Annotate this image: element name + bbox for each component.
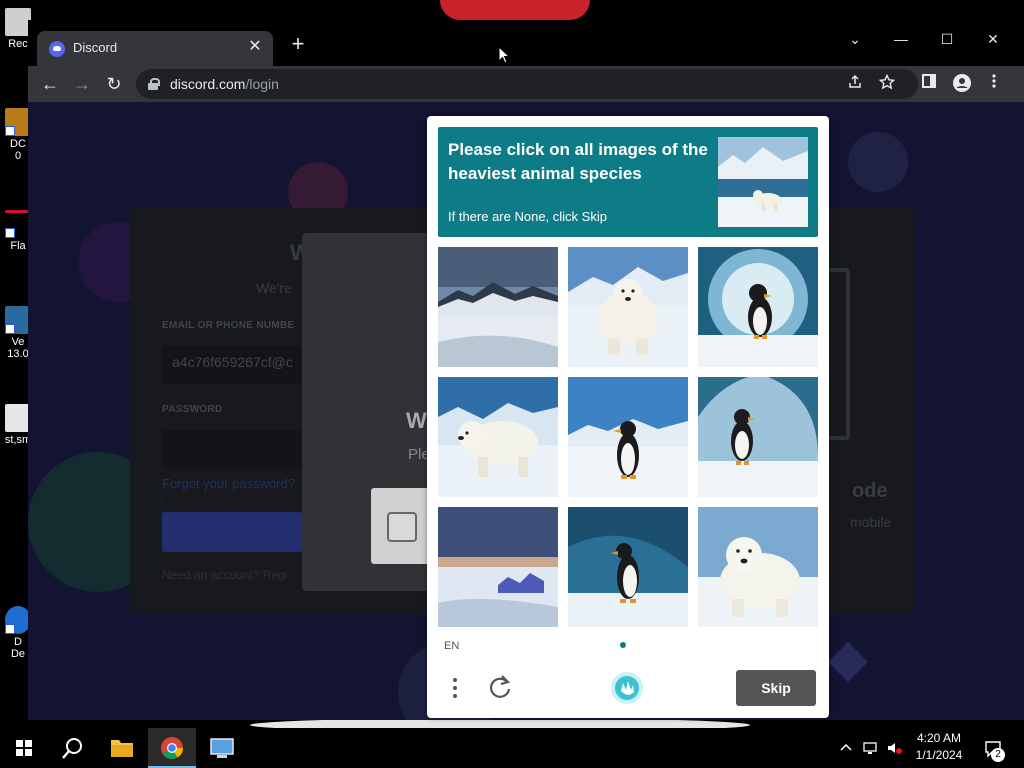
minimize-button[interactable]: — [878,24,924,54]
sidepanel-icon[interactable] [918,73,940,95]
desktop-icon-label: Fla [10,240,26,252]
share-icon[interactable] [844,74,866,96]
tile-image [698,377,818,497]
page-indicator-dot [620,642,626,648]
challenge-tile-3[interactable] [698,247,818,367]
star-icon[interactable] [876,73,898,96]
new-tab-button[interactable]: + [287,33,309,55]
url-text[interactable]: discord.com/login [170,76,279,92]
taskbar: 4:20 AM 1/1/2024 2 [0,728,1024,768]
desktop-icon-label: Rec [8,38,28,50]
shortcut-arrow-icon [5,324,15,334]
hcaptcha-logo-icon[interactable] [610,671,644,705]
tile-image [438,507,558,627]
challenge-tile-7[interactable] [438,507,558,627]
mouse-cursor [498,45,511,64]
close-tab-button[interactable]: ✕ [245,37,265,57]
challenge-tile-5[interactable] [568,377,688,497]
chrome-icon [161,737,183,759]
address-bar[interactable]: discord.com/login [136,69,918,99]
refresh-challenge-icon[interactable] [485,672,515,702]
close-window-button[interactable]: ✕ [970,24,1016,54]
search-button[interactable] [48,728,96,768]
remote-desktop-icon [210,738,234,758]
taskbar-app[interactable] [198,728,246,768]
lock-icon[interactable] [148,78,160,90]
challenge-hint: If there are None, click Skip [448,209,607,224]
challenge-tile-4[interactable] [438,377,558,497]
maximize-button[interactable]: ☐ [924,24,970,54]
shortcut-arrow-icon [5,624,15,634]
shortcut-arrow-icon [5,228,15,238]
tile-image [698,507,818,627]
tab-title: Discord [73,40,118,55]
discord-icon [49,41,65,57]
browser-toolbar: ← → ↻ discord.com/login [28,66,1024,102]
url-path: /login [245,76,279,92]
menu-icon[interactable] [983,73,1005,95]
clock[interactable]: 4:20 AM 1/1/2024 [908,731,970,762]
desktop-icon-label: DC 0 [10,138,26,162]
url-host: discord.com [170,76,246,92]
shortcut-arrow-icon [5,126,15,136]
profile-icon[interactable] [951,73,973,95]
network-icon[interactable] [862,740,878,756]
language-selector[interactable]: EN [444,640,459,652]
tile-image [438,377,558,497]
folder-icon [111,740,133,757]
tile-image [698,247,818,367]
skip-button[interactable]: Skip [736,670,816,706]
reload-button[interactable]: ↻ [101,71,127,97]
desktop-icon-label: Ve 13.0 [7,336,29,360]
clock-date: 1/1/2024 [915,748,963,762]
hcaptcha-challenge: Please click on all images of the heavie… [427,116,829,718]
browser-titlebar: Discord ✕ + ⌄ — ☐ ✕ [28,20,1024,66]
challenge-tile-9[interactable] [698,507,818,627]
wallpaper-shape [440,0,590,20]
challenge-menu-icon[interactable] [445,674,465,702]
taskbar-chrome[interactable] [148,728,196,768]
volume-muted-icon[interactable] [886,740,902,756]
challenge-prompt: Please click on all images of the heavie… [448,140,708,183]
tile-image [568,377,688,497]
search-icon [62,738,82,759]
tile-image [568,507,688,627]
windows-icon [16,740,32,756]
forward-button[interactable]: → [69,71,95,97]
challenge-tile-8[interactable] [568,507,688,627]
tile-image [438,247,558,367]
back-button[interactable]: ← [37,71,63,97]
notification-count-badge: 2 [991,748,1005,762]
tab-search-button[interactable]: ⌄ [832,24,878,54]
browser-tab[interactable]: Discord ✕ [37,31,273,66]
show-hidden-icons-button[interactable] [838,740,854,756]
tile-image [568,247,688,367]
clock-time: 4:20 AM [916,731,962,745]
taskbar-file-explorer[interactable] [98,728,146,768]
challenge-header: Please click on all images of the heavie… [438,127,818,237]
challenge-tile-2[interactable] [568,247,688,367]
challenge-tile-6[interactable] [698,377,818,497]
start-button[interactable] [0,728,48,768]
challenge-tile-1[interactable] [438,247,558,367]
desktop-icon-label: D De [10,636,26,660]
challenge-sample-image [718,137,808,227]
